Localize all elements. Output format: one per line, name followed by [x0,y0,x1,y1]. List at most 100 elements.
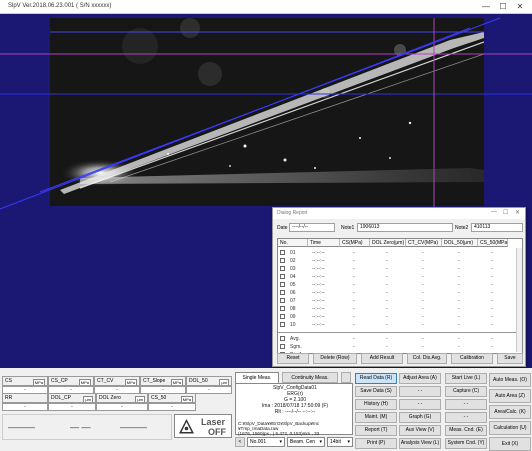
summary-value: - [386,344,388,350]
table-header-cell[interactable]: No. [278,239,308,247]
analysis-view-button[interactable]: Analysis View (L) [399,438,441,449]
close-button[interactable]: ✕ [514,1,526,13]
row-value: - [353,290,355,296]
system-cnd-button[interactable]: System Cnd. (Y) [445,438,487,449]
table-header-cell[interactable]: DOL_50(μm) [442,239,478,247]
adjust-area-button[interactable]: Adjust Area (A) [399,373,441,384]
note1-input[interactable]: 1906013 [357,223,453,232]
save-button[interactable]: Save [497,353,523,364]
minimize-button[interactable]: — [480,1,492,13]
blank-button[interactable]: - - [445,412,487,423]
delete-row-button[interactable]: Delete (Row) [313,353,357,364]
row-time: --:--:-- [312,274,325,280]
row-checkbox[interactable] [280,298,285,303]
table-header-cell[interactable]: CT_CV(MPa) [406,239,442,247]
row-checkbox[interactable] [280,322,285,327]
prev-button[interactable]: < [235,437,245,447]
read-data-button[interactable]: Read Data (R) [355,373,397,384]
row-checkbox[interactable] [280,266,285,271]
row-value: - [491,282,493,288]
result-unit: μm [83,396,93,402]
maint-button[interactable]: Maint. (M) [355,412,397,423]
save-data-button[interactable]: Save Data (S) [355,386,397,397]
table-header-cell[interactable]: DOL Zero(μm) [370,239,406,247]
table-scrollbar[interactable] [516,248,522,352]
beam-select[interactable]: Beam. Cen ▾ [287,437,325,447]
table-row[interactable]: 09 --:--:-- - - - - - [278,313,522,321]
table-header-cell[interactable]: CS_50(MPa) [478,239,508,247]
add-result-button[interactable]: Add Result [361,353,403,364]
aux-view-button[interactable]: Aux View (V) [399,425,441,436]
row-value: - [353,282,355,288]
note2-input[interactable]: 410113 [471,223,523,232]
table-row[interactable]: 08 --:--:-- - - - - - [278,305,522,313]
laser-label: Laser [201,417,226,427]
result-value: - [96,403,148,411]
row-checkbox[interactable] [280,306,285,311]
row-value: - [422,298,424,304]
result-label: DOL Zero [99,395,121,401]
summary-value: - [422,344,424,350]
table-row[interactable]: 10 --:--:-- - - - - - [278,321,522,329]
row-value: - [386,314,388,320]
meas-cnd-button[interactable]: Meas. Cnd. (E) [445,425,487,436]
start-live-button[interactable]: Start Live (L) [445,373,487,384]
graph-button[interactable]: Graph (G) [399,412,441,423]
bit-select-value: 14bit [330,439,341,445]
calculation-button[interactable]: Calculation (U) [489,421,531,435]
capture-button[interactable]: Capture (C) [445,386,487,397]
table-row[interactable]: 03 --:--:-- - - - - - [278,265,522,273]
auto-meas-button[interactable]: Auto Meas. (O) [489,373,531,387]
dialog-close-button[interactable]: ✕ [515,209,520,216]
row-checkbox[interactable] [280,282,285,287]
maximize-button[interactable]: ☐ [497,1,509,13]
blue-diagonal-line [39,17,501,193]
print-button[interactable]: Print (P) [355,438,397,449]
summary-checkbox[interactable] [280,344,285,349]
col-dis-avg-button[interactable]: Col. Dis.Avg. [407,353,447,364]
area-calc-button[interactable]: Area/Calc. (K) [489,405,531,419]
calibration-button[interactable]: Calibration [451,353,493,364]
row-value: - [422,314,424,320]
table-row[interactable]: 05 --:--:-- - - - - - [278,281,522,289]
number-select[interactable]: No.001 ▾ [247,437,285,447]
result-label: CT_CV [97,378,114,384]
bit-select[interactable]: 14bit ▾ [327,437,353,447]
result-unit: MPa [124,379,137,385]
summary-checkbox[interactable] [280,336,285,341]
auto-area-button[interactable]: Auto Area (Z) [489,389,531,403]
result-label: DOL_50 [189,378,208,384]
table-row[interactable]: 04 --:--:-- - - - - - [278,273,522,281]
history-button[interactable]: History (H) [355,399,397,410]
row-value: - [491,274,493,280]
result-value: - [2,403,48,411]
table-header-cell[interactable]: CS(MPa) [340,239,370,247]
row-checkbox[interactable] [280,274,285,279]
blank-button[interactable]: - - [445,399,487,410]
date-input[interactable]: ----/--/-- [289,223,335,232]
row-checkbox[interactable] [280,258,285,263]
table-row[interactable]: 06 --:--:-- - - - - - [278,289,522,297]
table-row[interactable]: 07 --:--:-- - - - - - [278,297,522,305]
row-checkbox[interactable] [280,290,285,295]
dialog-report: Dialog Report — ☐ ✕ Date ----/--/-- Note… [272,207,526,367]
dialog-minimize-button[interactable]: — [491,209,497,215]
blank-button[interactable]: - - [399,399,441,410]
table-row[interactable]: 02 --:--:-- - - - - - [278,257,522,265]
row-checkbox[interactable] [280,314,285,319]
result-value: - [148,403,196,411]
report-button[interactable]: Report (T) [355,425,397,436]
row-value: - [422,322,424,328]
row-checkbox[interactable] [280,250,285,255]
result-label: CS [5,378,12,384]
reset-button[interactable]: Reset [277,353,309,364]
tab-continuity-meas[interactable]: Continuity Meas. [282,372,338,383]
table-row[interactable]: 01 --:--:-- - - - - - [278,249,522,257]
table-header-cell[interactable]: Time [308,239,340,247]
extra-tab-button[interactable] [341,372,351,383]
row-value: - [386,298,388,304]
blank-button[interactable]: - - [399,386,441,397]
dialog-maximize-button[interactable]: ☐ [503,209,508,216]
tab-single-meas[interactable]: Single Meas. [235,372,279,383]
summary-value: - [386,336,388,342]
